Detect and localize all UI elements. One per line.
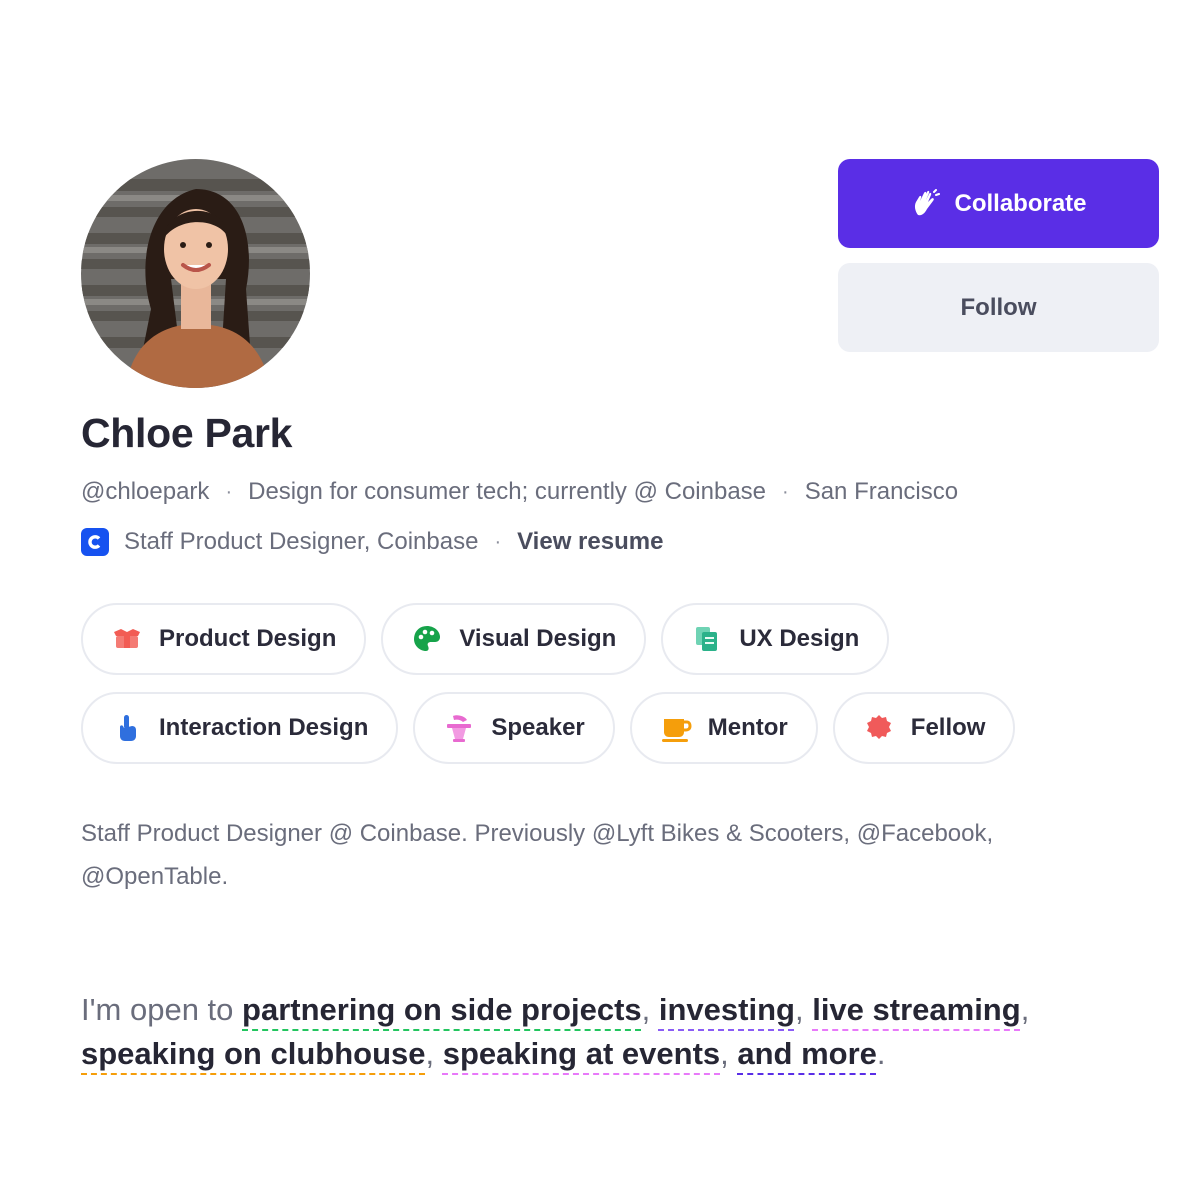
follow-label: Follow — [960, 293, 1037, 321]
profile-bio: Staff Product Designer @ Coinbase. Previ… — [81, 820, 994, 890]
tags-row: Interaction Design Speaker Mentor Fellow — [81, 692, 1016, 764]
open-to-item[interactable]: and more — [737, 1036, 877, 1071]
profile-handle: @chloepark — [81, 478, 210, 505]
open-to-prefix: I'm open to — [81, 992, 243, 1027]
box-icon — [111, 623, 143, 655]
profile-meta: @chloepark · Design for consumer tech; c… — [81, 478, 958, 506]
open-to-item[interactable]: live streaming — [812, 992, 1020, 1027]
open-to-statement: I'm open to partnering on side projects,… — [81, 988, 1081, 1076]
avatar — [81, 159, 310, 388]
profile-location: San Francisco — [804, 478, 959, 505]
tag-label: Product Design — [159, 625, 337, 652]
tag-product-design[interactable]: Product Design — [81, 603, 367, 675]
open-to-suffix: . — [876, 1036, 886, 1071]
open-to-item[interactable]: speaking on clubhouse — [81, 1036, 426, 1071]
tags-row: Product Design Visual Design UX Design — [81, 603, 890, 675]
separator-dot: · — [782, 480, 789, 503]
open-to-separator: , — [425, 1036, 443, 1071]
open-to-item[interactable]: investing — [659, 992, 795, 1027]
waving-hand-icon — [910, 188, 941, 219]
tag-ux-design[interactable]: UX Design — [661, 603, 890, 675]
coffee-cup-icon — [660, 712, 692, 744]
tag-label: Mentor — [707, 714, 788, 741]
profile-tagline: Design for consumer tech; currently @ Co… — [248, 478, 767, 505]
tag-visual-design[interactable]: Visual Design — [381, 603, 647, 675]
follow-button[interactable]: Follow — [838, 263, 1159, 352]
tag-label: Interaction Design — [159, 714, 369, 741]
open-to-separator: , — [641, 992, 659, 1027]
open-to-item[interactable]: speaking at events — [443, 1036, 720, 1071]
open-to-separator: , — [720, 1036, 738, 1071]
view-resume-link[interactable]: View resume — [517, 528, 663, 556]
tag-mentor[interactable]: Mentor — [629, 692, 818, 764]
profile-job: Staff Product Designer, Coinbase · View … — [81, 528, 663, 556]
podium-icon — [443, 712, 475, 744]
coinbase-logo-icon — [81, 528, 109, 556]
collaborate-button[interactable]: Collaborate — [838, 159, 1159, 248]
profile-name: Chloe Park — [81, 410, 293, 456]
documents-icon — [691, 623, 723, 655]
separator-dot: · — [225, 480, 233, 503]
separator-dot: · — [494, 530, 502, 553]
collaborate-label: Collaborate — [954, 189, 1087, 217]
tag-speaker[interactable]: Speaker — [413, 692, 615, 764]
open-to-separator: , — [1020, 992, 1030, 1027]
tag-interaction-design[interactable]: Interaction Design — [81, 692, 399, 764]
open-to-item[interactable]: partnering on side projects — [242, 992, 642, 1027]
badge-icon — [863, 712, 895, 744]
tag-label: UX Design — [739, 625, 860, 652]
tag-label: Speaker — [491, 714, 585, 741]
tag-fellow[interactable]: Fellow — [832, 692, 1016, 764]
tag-label: Visual Design — [459, 625, 617, 652]
palette-icon — [411, 623, 443, 655]
tag-label: Fellow — [910, 714, 986, 741]
pointing-hand-icon — [111, 712, 143, 744]
open-to-separator: , — [794, 992, 813, 1027]
job-title: Staff Product Designer, Coinbase — [124, 528, 479, 555]
